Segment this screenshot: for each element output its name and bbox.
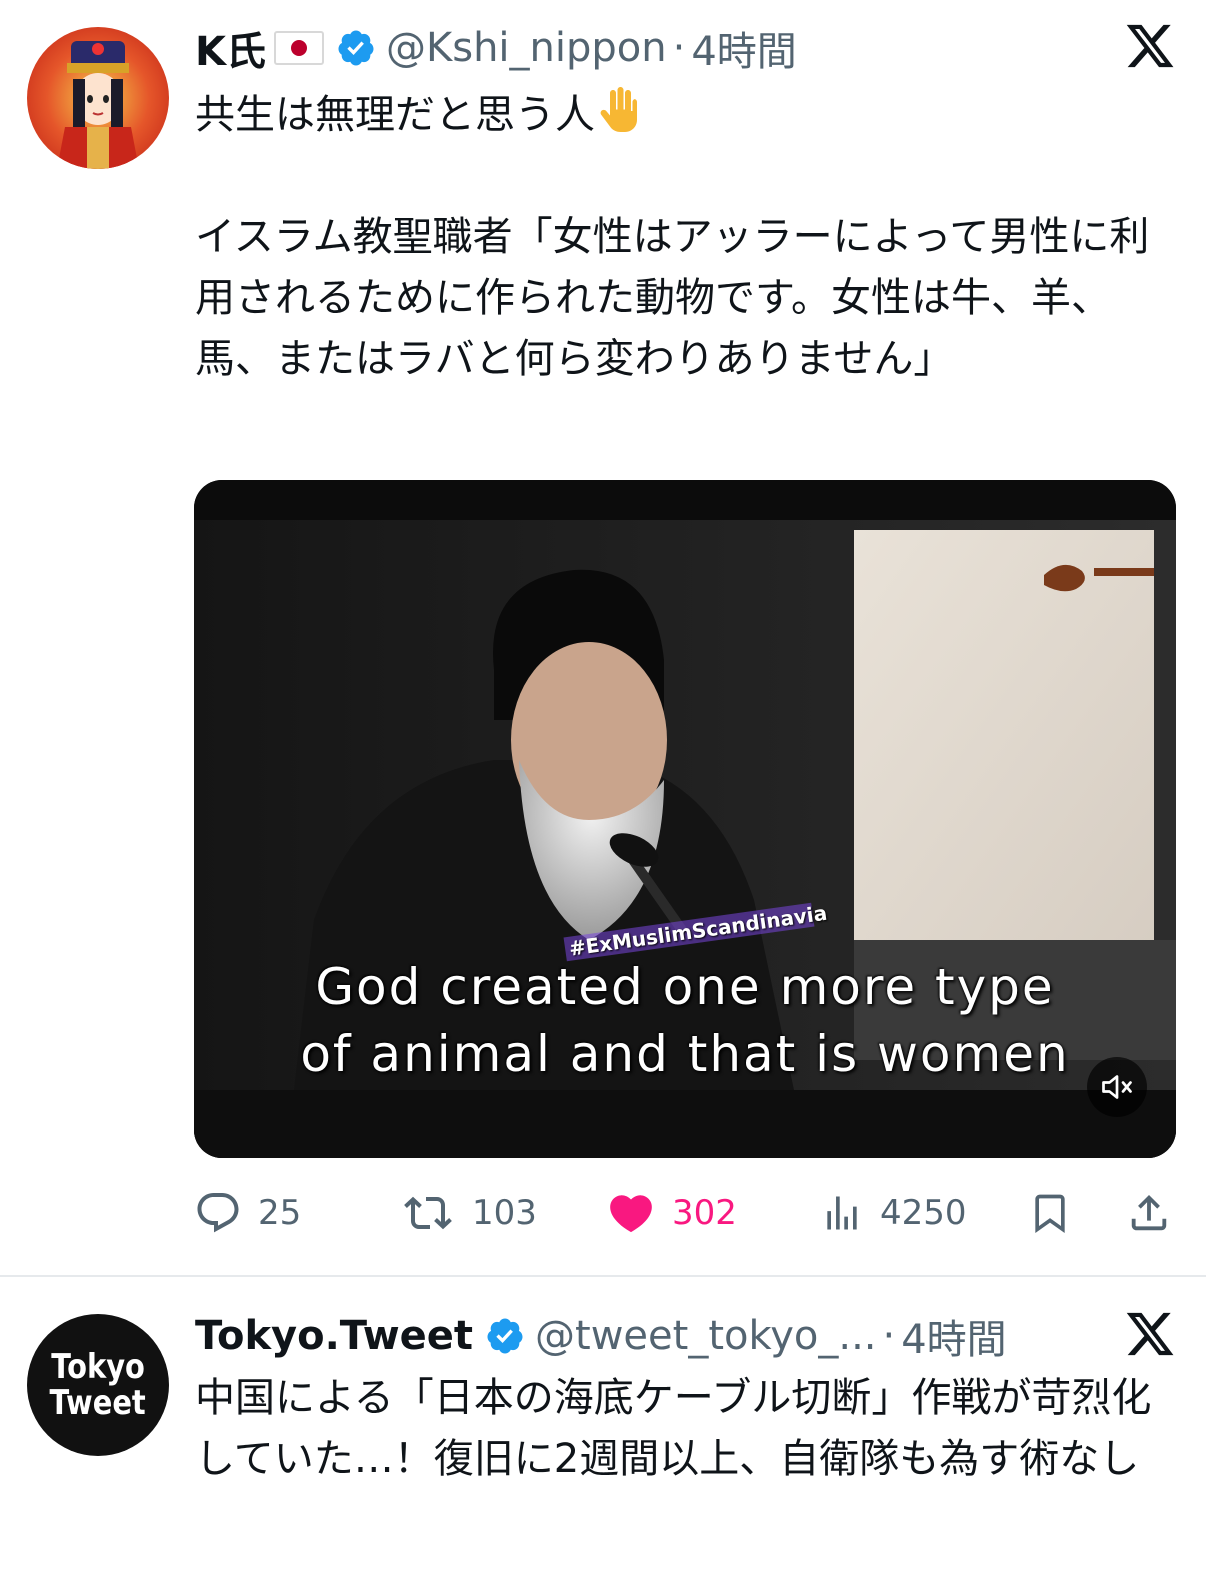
- tweet-actions: 25 103 302 4250: [194, 1185, 1180, 1241]
- bookmark-button[interactable]: [1028, 1185, 1088, 1241]
- separator-dot: ·: [882, 1313, 896, 1359]
- retweet-icon: [404, 1196, 452, 1230]
- tweet-tokyo-tweet[interactable]: Tokyo Tweet Tokyo.Tweet @tweet_tokyo_...…: [0, 1278, 1206, 1570]
- like-count: 302: [672, 1193, 737, 1233]
- tweet-text: 中国による「日本の海底ケーブル切断」作戦が苛烈化していた…！復旧に2週間以上、自…: [195, 1375, 1152, 1482]
- reply-button[interactable]: 25: [194, 1185, 301, 1241]
- reply-count: 25: [258, 1193, 302, 1233]
- retweet-button[interactable]: 103: [400, 1185, 537, 1241]
- timestamp[interactable]: 4時間: [901, 1307, 1006, 1365]
- separator-dot: ·: [672, 25, 686, 71]
- retweet-count: 103: [472, 1193, 537, 1233]
- timestamp[interactable]: 4時間: [691, 19, 796, 77]
- views-button[interactable]: 4250: [820, 1185, 967, 1241]
- video-caption-line-2: of animal and that is women: [300, 1025, 1070, 1083]
- tweet-text-body: イスラム教聖職者「女性はアッラーによって男性に利用されるために作られた動物です。…: [195, 214, 1150, 382]
- views-count: 4250: [880, 1193, 967, 1233]
- avatar[interactable]: Tokyo Tweet: [27, 1314, 169, 1456]
- heart-filled-icon: [610, 1195, 652, 1233]
- avatar[interactable]: [27, 27, 169, 169]
- reply-icon: [197, 1193, 239, 1233]
- author-handle[interactable]: @tweet_tokyo_...: [535, 1313, 876, 1359]
- verified-badge-icon: [487, 1318, 523, 1354]
- x-logo-icon: [1126, 24, 1174, 68]
- tweet-kshi[interactable]: K氏 @Kshi_nippon · 4時間 共生は無理だと思う人 イスラム教聖職…: [0, 0, 1206, 1275]
- bookmark-icon: [1035, 1194, 1065, 1234]
- x-logo-icon: [1126, 1312, 1174, 1356]
- author-name[interactable]: K氏: [195, 19, 266, 77]
- tweet-text: 共生は無理だと思う人 イスラム教聖職者「女性はアッラーによって男性に利用されるた…: [195, 84, 1155, 390]
- avatar-text-line-1: Tokyo: [51, 1347, 145, 1387]
- share-icon: [1131, 1194, 1167, 1231]
- tweet-text-line-1: 共生は無理だと思う人: [195, 92, 595, 138]
- tweet-divider: [0, 1275, 1206, 1277]
- avatar-text-line-2: Tweet: [49, 1383, 147, 1423]
- share-button[interactable]: [1126, 1185, 1188, 1241]
- video-player[interactable]: #ExMuslimScandinavia God created one mor…: [194, 480, 1176, 1158]
- author-handle[interactable]: @Kshi_nippon: [386, 25, 667, 71]
- japan-flag-icon: [274, 31, 324, 65]
- author-name[interactable]: Tokyo.Tweet: [195, 1313, 473, 1359]
- speaker-muted-icon: [1102, 1075, 1132, 1099]
- like-button[interactable]: 302: [606, 1185, 737, 1241]
- views-chart-icon: [827, 1196, 857, 1230]
- tweet-header: K氏 @Kshi_nippon · 4時間: [195, 20, 1146, 76]
- tweet-header: Tokyo.Tweet @tweet_tokyo_... · 4時間: [195, 1308, 1146, 1364]
- raised-hand-emoji-icon: [600, 87, 637, 132]
- verified-badge-icon: [338, 30, 374, 66]
- mute-button[interactable]: [1087, 1057, 1147, 1117]
- video-caption-line-1: God created one more type: [315, 958, 1055, 1016]
